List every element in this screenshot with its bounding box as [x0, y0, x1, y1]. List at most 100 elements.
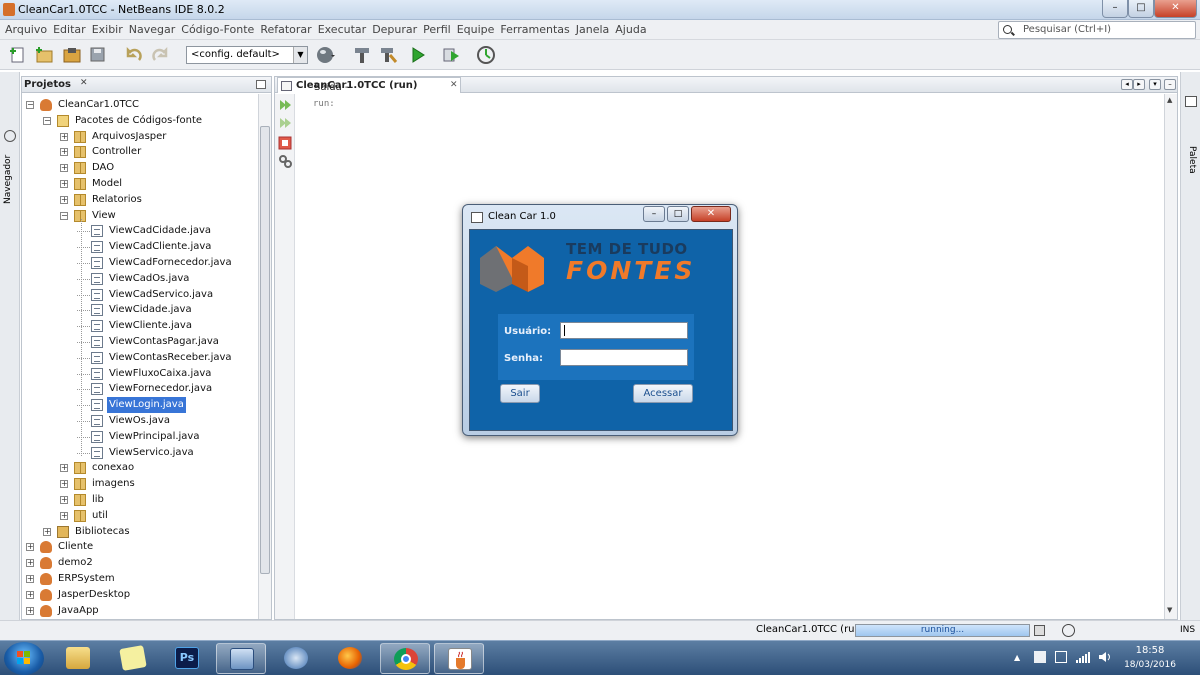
clean-build-icon[interactable]: [378, 45, 398, 65]
collapse-icon[interactable]: −: [26, 101, 34, 109]
undo-icon[interactable]: [124, 45, 144, 65]
menu-ajuda[interactable]: Ajuda: [612, 20, 649, 36]
search-box[interactable]: Pesquisar (Ctrl+I): [998, 21, 1196, 39]
settings-gear-icon[interactable]: [278, 154, 292, 168]
menu-depurar[interactable]: Depurar: [369, 20, 420, 36]
menu-ferramentas[interactable]: Ferramentas: [497, 20, 572, 36]
dialog-minimize-button[interactable]: –: [643, 206, 665, 222]
navegador-tab[interactable]: Navegador: [3, 155, 17, 216]
open-project-icon[interactable]: [62, 45, 82, 65]
projects-scrollbar[interactable]: [258, 94, 271, 619]
minimize-button[interactable]: –: [1102, 0, 1128, 18]
tray-device-icon[interactable]: [1055, 651, 1067, 663]
photoshop-taskbar-button[interactable]: Ps: [162, 643, 212, 674]
menu-codigo-fonte[interactable]: Código-Fonte: [178, 20, 257, 36]
explorer-taskbar-button[interactable]: [53, 643, 103, 674]
output-scrollbar[interactable]: ▲ ▼: [1164, 94, 1177, 619]
run-icon[interactable]: [408, 45, 432, 65]
stop-icon[interactable]: [278, 136, 292, 150]
new-file-icon[interactable]: [8, 45, 28, 65]
save-all-icon[interactable]: [88, 45, 108, 65]
projects-close-icon[interactable]: ✕: [80, 78, 88, 88]
expand-icon[interactable]: +: [26, 606, 34, 615]
menu-navegar[interactable]: Navegar: [126, 20, 179, 36]
config-select[interactable]: <config. default> ▼: [186, 46, 308, 64]
scroll-up-icon[interactable]: ▲: [1167, 96, 1172, 104]
menu-equipe[interactable]: Equipe: [454, 20, 498, 36]
scrollbar-thumb[interactable]: [260, 126, 270, 574]
expand-icon[interactable]: +: [60, 496, 68, 504]
chrome-taskbar-button[interactable]: [380, 643, 430, 674]
acessar-button[interactable]: Acessar: [633, 384, 693, 403]
collapse-icon[interactable]: −: [43, 116, 51, 125]
build-hammer-icon[interactable]: [352, 45, 372, 65]
expand-icon[interactable]: +: [26, 543, 34, 552]
java-app-taskbar-button[interactable]: [434, 643, 484, 674]
tree-item-label: ViewFornecedor.java: [109, 383, 213, 395]
expand-icon[interactable]: +: [60, 511, 68, 520]
minimize-panel-icon[interactable]: [256, 80, 266, 89]
tray-flag-icon[interactable]: [1034, 651, 1046, 663]
paleta-tab[interactable]: Paleta: [1183, 108, 1199, 174]
scroll-down-icon[interactable]: ▼: [1167, 606, 1172, 614]
redo-icon[interactable]: [150, 45, 170, 65]
expand-icon[interactable]: +: [60, 195, 68, 204]
cancel-task-icon[interactable]: [1034, 625, 1045, 636]
firefox-taskbar-button[interactable]: [325, 643, 375, 674]
expand-icon[interactable]: +: [26, 590, 34, 599]
expand-icon[interactable]: +: [43, 527, 51, 536]
text-caret: [564, 325, 565, 336]
projects-tab[interactable]: Projetos: [24, 79, 71, 90]
expand-icon[interactable]: +: [26, 559, 34, 568]
expand-icon[interactable]: +: [60, 180, 68, 188]
globe-icon[interactable]: [316, 45, 336, 65]
usuario-input[interactable]: [560, 322, 688, 339]
thunderbird-taskbar-button[interactable]: [271, 643, 321, 674]
menu-refatorar[interactable]: Refatorar: [257, 20, 314, 36]
clock-date[interactable]: 18/03/2016: [1120, 660, 1180, 670]
profile-icon[interactable]: [476, 45, 496, 65]
expand-icon[interactable]: +: [60, 480, 68, 489]
sair-button[interactable]: Sair: [500, 384, 540, 403]
output-tab[interactable]: Saída - CleanCar1.0TCC (run) ✕: [277, 77, 461, 93]
menu-arquivo[interactable]: Arquivo: [2, 20, 50, 36]
network-signal-icon[interactable]: [1076, 651, 1090, 663]
expand-icon[interactable]: +: [60, 464, 68, 473]
menu-perfil[interactable]: Perfil: [420, 20, 454, 36]
menu-editar[interactable]: Editar: [50, 20, 89, 36]
rerun-icon[interactable]: [278, 98, 292, 112]
minimize-output-icon[interactable]: –: [1164, 79, 1176, 90]
expand-icon[interactable]: +: [60, 164, 68, 173]
notifications-icon[interactable]: [1062, 624, 1075, 637]
dialog-maximize-button[interactable]: □: [667, 206, 689, 222]
expand-icon[interactable]: +: [26, 575, 34, 583]
navigator-icon[interactable]: [4, 130, 16, 142]
menu-janela[interactable]: Janela: [573, 20, 613, 36]
menu-exibir[interactable]: Exibir: [89, 20, 126, 36]
dialog-close-button[interactable]: ✕: [691, 206, 731, 222]
tray-expand-icon[interactable]: ▲: [1014, 653, 1020, 662]
rerun-with-args-icon[interactable]: [278, 116, 292, 130]
sticky-notes-taskbar-button[interactable]: [108, 643, 158, 674]
volume-icon[interactable]: [1098, 651, 1112, 663]
expand-icon[interactable]: +: [60, 132, 68, 141]
collapse-icon[interactable]: −: [60, 211, 68, 220]
new-project-icon[interactable]: [34, 45, 54, 65]
expand-icon[interactable]: +: [60, 148, 68, 157]
debug-icon[interactable]: [442, 45, 462, 65]
virtualbox-taskbar-button[interactable]: [216, 643, 266, 674]
scroll-left-icon[interactable]: ◂: [1121, 79, 1133, 90]
dialog-window-icon: [471, 212, 483, 223]
clock-time[interactable]: 18:58: [1128, 645, 1172, 656]
maximize-button[interactable]: □: [1128, 0, 1154, 18]
palette-icon[interactable]: [1185, 96, 1197, 107]
close-button[interactable]: ✕: [1154, 0, 1197, 18]
netbeans-app-icon: [3, 3, 15, 16]
start-button[interactable]: [4, 642, 44, 675]
scroll-right-icon[interactable]: ▸: [1133, 79, 1145, 90]
senha-input[interactable]: [560, 349, 688, 366]
output-tab-close-icon[interactable]: ✕: [450, 80, 458, 90]
menu-executar[interactable]: Executar: [315, 20, 370, 36]
status-running-project[interactable]: CleanCar1.0TCC (run): [756, 624, 865, 635]
tab-list-icon[interactable]: ▾: [1149, 79, 1161, 90]
